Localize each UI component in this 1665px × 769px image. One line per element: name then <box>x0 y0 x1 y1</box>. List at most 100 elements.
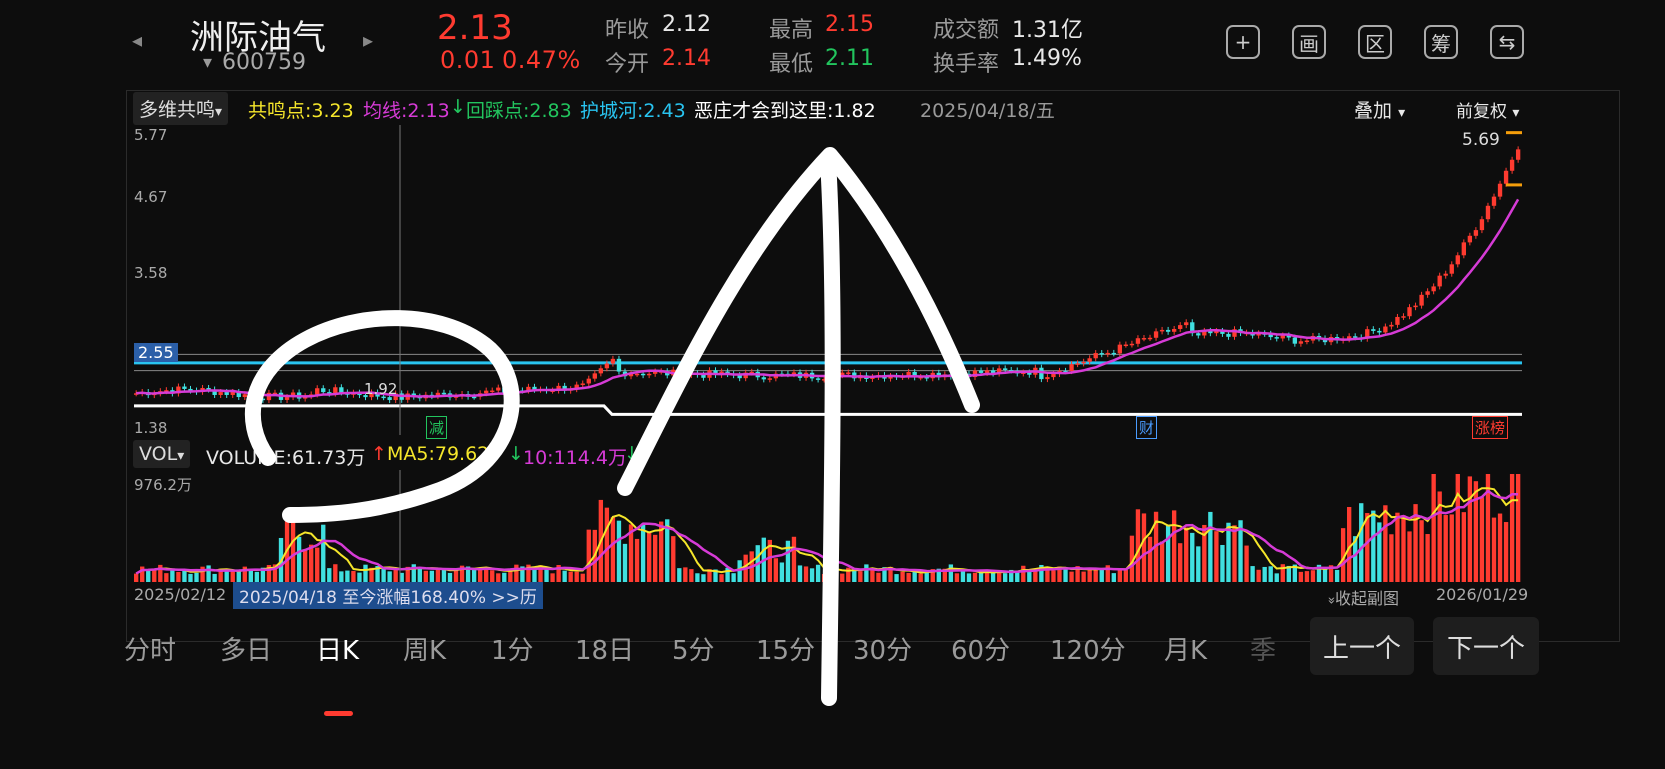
volume-indicator-label: VOL <box>139 443 178 465</box>
marker-jian[interactable]: 减 <box>426 416 448 439</box>
candle-body <box>441 392 447 395</box>
marker-cai[interactable]: 财 <box>1136 416 1158 439</box>
volume-bar <box>779 562 785 582</box>
volume-bar <box>1491 517 1497 582</box>
volume-bar <box>1178 543 1183 582</box>
add-icon[interactable]: + <box>1226 25 1260 59</box>
tab-12[interactable]: 季 <box>1250 630 1276 667</box>
tab-1[interactable]: 多日 <box>220 630 272 667</box>
candle-body <box>1425 291 1430 295</box>
tab-10[interactable]: 120分 <box>1050 630 1126 667</box>
volume-bar <box>773 558 779 582</box>
candle-body <box>1485 205 1491 220</box>
volume-bar <box>435 568 441 582</box>
candle-body <box>828 379 833 381</box>
volume-bar <box>1021 565 1026 582</box>
volume-bar <box>972 572 978 582</box>
main-indicator-selector[interactable]: 多维共鸣▾ <box>133 92 229 125</box>
chart-view-icon[interactable]: 画 <box>1292 25 1326 59</box>
volume-bar <box>719 574 724 582</box>
candle-body <box>1449 264 1454 274</box>
adjust-selector[interactable]: 前复权 ▾ <box>1456 97 1519 122</box>
tab-9[interactable]: 60分 <box>951 630 1010 667</box>
legend-huchenghe: 护城河:2.43 <box>580 100 686 122</box>
candle-body <box>580 383 585 385</box>
legend-junxian: 均线:2.13 <box>363 100 450 122</box>
volume-bar <box>1359 503 1364 582</box>
volume-bar <box>574 571 579 582</box>
volume-ma5-line <box>135 487 1519 575</box>
volume-bar <box>562 570 567 582</box>
volume-bar <box>550 573 555 582</box>
tab-6[interactable]: 5分 <box>672 630 715 667</box>
next-stock-button[interactable]: 下一个 <box>1433 617 1539 675</box>
candle-body <box>248 394 254 396</box>
candle-body <box>224 392 229 395</box>
volume-bar <box>1003 573 1008 582</box>
volume-bar <box>918 573 923 582</box>
main-indicator-label: 多维共鸣 <box>139 99 216 121</box>
candle-body <box>490 390 495 393</box>
current-price: 2.13 <box>437 8 513 48</box>
candlestick-chart[interactable] <box>134 125 1522 435</box>
volume-bar <box>1479 497 1485 582</box>
screen-switch-icon[interactable]: ⇆ <box>1490 25 1524 59</box>
chevron-down-icon: ▾ <box>1398 105 1406 121</box>
volume-bar <box>453 570 459 582</box>
tab-4[interactable]: 1分 <box>491 630 534 667</box>
volume-bar <box>1383 505 1388 582</box>
volume-bar <box>580 573 585 582</box>
gain-summary[interactable]: 2025/04/18 至今涨幅168.40% >>历 <box>233 582 543 609</box>
volume-chart[interactable] <box>134 470 1522 582</box>
end-date: 2026/01/29 <box>1436 585 1529 604</box>
candle-body <box>471 396 477 399</box>
volume-bar <box>1467 476 1473 582</box>
prev-stock-arrow-icon[interactable]: ◂ <box>132 28 142 52</box>
volume-bar <box>1190 532 1195 582</box>
volume-bar <box>339 571 344 582</box>
volume-bar <box>1395 512 1400 582</box>
volume-bar <box>695 573 700 582</box>
candle-body <box>484 390 489 394</box>
volume-bar <box>1220 544 1225 582</box>
tab-5[interactable]: 18日 <box>575 630 634 667</box>
volume-bar <box>604 507 610 582</box>
candle-body <box>586 378 591 384</box>
volume-bar <box>1509 474 1515 582</box>
tab-0[interactable]: 分时 <box>124 630 176 667</box>
volume-bar <box>1244 545 1249 582</box>
volume-bar <box>508 570 513 582</box>
next-stock-arrow-icon[interactable]: ▸ <box>363 28 373 52</box>
collapse-subchart-button[interactable]: »收起副图 <box>1323 585 1399 609</box>
tab-7[interactable]: 15分 <box>756 630 815 667</box>
volume-bar <box>809 568 815 582</box>
low-value: 2.11 <box>825 46 874 71</box>
tab-11[interactable]: 月K <box>1164 630 1207 667</box>
open-label: 今开 <box>605 52 650 77</box>
volume-bar <box>1298 571 1304 582</box>
volume-bar <box>164 573 169 582</box>
volume-bar <box>1117 569 1123 582</box>
legend-huicai: 回踩点:2.83 <box>466 100 572 122</box>
volume-bar <box>1123 569 1129 582</box>
legend-gongming: 共鸣点:3.23 <box>248 100 354 122</box>
overlay-selector[interactable]: 叠加 ▾ <box>1354 96 1405 123</box>
volume-indicator-selector[interactable]: VOL▾ <box>133 440 191 468</box>
range-icon[interactable]: 区 <box>1358 25 1392 59</box>
chips-icon[interactable]: 筹 <box>1424 25 1458 59</box>
marker-zhangbang[interactable]: 涨榜 <box>1472 416 1509 439</box>
tab-2[interactable]: 日K <box>316 630 359 667</box>
candle-body <box>761 377 766 380</box>
volume-bar <box>1389 534 1394 582</box>
tab-8[interactable]: 30分 <box>853 630 912 667</box>
level-chip: 2.55 <box>134 343 178 362</box>
prev-stock-button[interactable]: 上一个 <box>1310 617 1414 675</box>
candle-body <box>1353 336 1358 338</box>
tab-3[interactable]: 周K <box>403 630 446 667</box>
volume-bar <box>1051 570 1056 582</box>
volume-bar <box>417 567 422 582</box>
candle-body <box>646 373 652 376</box>
stock-code-caret-icon[interactable]: ▾ <box>203 52 212 73</box>
candle-body <box>315 388 320 395</box>
volume-bar <box>990 573 996 582</box>
